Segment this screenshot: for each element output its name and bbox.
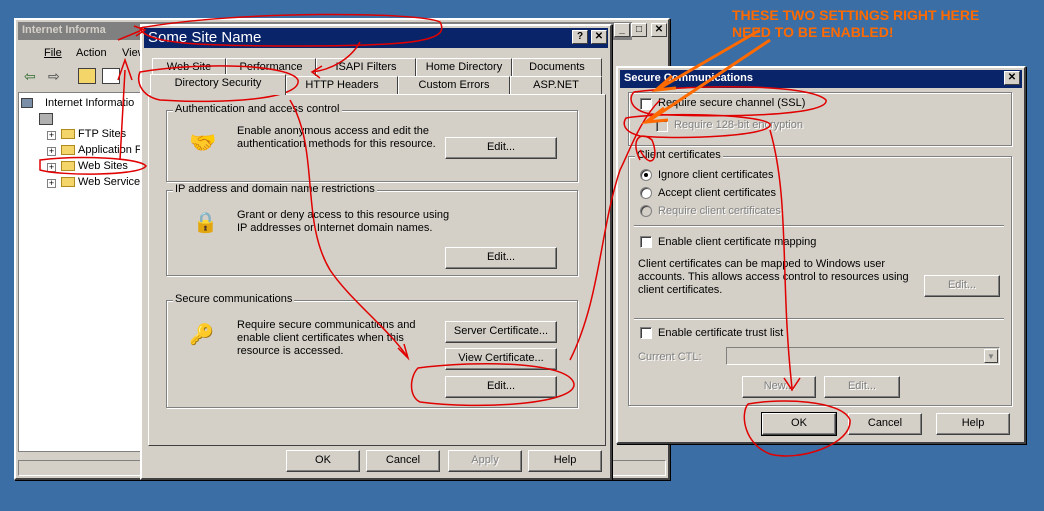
secure-title: Secure Communications: [624, 72, 753, 84]
auth-group-label: Authentication and access control: [173, 103, 342, 115]
props-cancel-button[interactable]: Cancel: [366, 450, 440, 472]
tab-documents[interactable]: Documents: [512, 58, 602, 76]
chevron-down-icon: ▼: [984, 349, 998, 363]
tree-item-label: FTP Sites: [78, 128, 127, 140]
props-title: Some Site Name: [148, 29, 262, 46]
require-certs-label: Require client certificates: [658, 205, 781, 217]
menu-action[interactable]: Action: [76, 47, 107, 59]
require-ssl-checkbox[interactable]: [640, 98, 652, 110]
auth-desc: Enable anonymous access and edit the aut…: [237, 125, 436, 150]
client-certs-label: Client certificates: [635, 149, 723, 161]
minimize-button[interactable]: _: [614, 23, 630, 37]
tree-item-web-sites[interactable]: Web Sites: [61, 160, 128, 172]
forward-icon[interactable]: ⇨: [48, 68, 60, 85]
tree-item-label: Application F: [78, 144, 142, 156]
desktop: { "iis_window": { "title": "Internet Inf…: [0, 0, 1044, 511]
expand-web-service[interactable]: +: [47, 179, 56, 188]
tab-directory-security[interactable]: Directory Security: [150, 74, 286, 95]
close-button[interactable]: ✕: [651, 23, 667, 37]
lock-icon: 🔒: [193, 212, 218, 234]
enable-mapping-label: Enable client certificate mapping: [658, 236, 817, 248]
folder-icon: [61, 177, 75, 188]
ctl-edit-button[interactable]: Edit...: [824, 376, 900, 398]
key-icon: 🔑: [189, 324, 214, 346]
ip-restrictions-group: IP address and domain name restrictions …: [166, 183, 578, 276]
props-title-bar: Some Site Name: [144, 28, 608, 48]
props-apply-button[interactable]: Apply: [448, 450, 522, 472]
require-certs-radio[interactable]: [640, 205, 652, 217]
props-close-button[interactable]: ✕: [591, 30, 607, 44]
enable-trust-list-label: Enable certificate trust list: [658, 327, 784, 339]
ignore-certs-label: Ignore client certificates: [658, 169, 774, 181]
tree-item-label: Web Service: [78, 176, 141, 188]
computer-icon: [21, 98, 33, 108]
ctl-new-button[interactable]: New...: [742, 376, 816, 398]
tree-item-ftp-sites[interactable]: FTP Sites: [61, 128, 126, 140]
props-ok-button[interactable]: OK: [286, 450, 360, 472]
secure-title-bar: Secure Communications: [620, 70, 1022, 88]
auth-group: Authentication and access control 🤝 Enab…: [166, 103, 578, 182]
toolbar: ⇦ ⇨: [18, 66, 148, 88]
server-certificate-button[interactable]: Server Certificate...: [445, 321, 557, 343]
expand-app-pools[interactable]: +: [47, 147, 56, 156]
separator: [634, 225, 1004, 227]
separator: [634, 318, 1004, 320]
tab-custom-errors[interactable]: Custom Errors: [398, 76, 510, 94]
tab-http-headers[interactable]: HTTP Headers: [286, 76, 398, 94]
current-ctl-label: Current CTL:: [638, 351, 702, 363]
ip-group-label: IP address and domain name restrictions: [173, 183, 377, 195]
secure-help-button[interactable]: Help: [936, 413, 1010, 435]
accept-certs-label: Accept client certificates: [658, 187, 776, 199]
folder-icon: [61, 161, 75, 172]
require-ssl-label: Require secure channel (SSL): [658, 97, 806, 109]
expand-web-sites[interactable]: +: [47, 163, 56, 172]
auth-edit-button[interactable]: Edit...: [445, 137, 557, 159]
secure-ok-button[interactable]: OK: [761, 412, 837, 436]
expand-ftp[interactable]: +: [47, 131, 56, 140]
site-properties-dialog: Some Site Name ? ✕ Web Site Performance …: [140, 24, 612, 480]
require-128bit-checkbox[interactable]: [656, 120, 668, 132]
secure-comms-group: Secure communications 🔑 Require secure c…: [166, 293, 578, 408]
tab-asp-net[interactable]: ASP.NET: [510, 76, 602, 94]
handshake-icon: 🤝: [189, 130, 217, 155]
props-help-button[interactable]: ?: [572, 30, 588, 44]
secure-group-label: Secure communications: [173, 293, 295, 305]
secure-close-button[interactable]: ✕: [1004, 71, 1020, 85]
menu-bar: File Action View: [18, 44, 148, 62]
mapping-edit-button[interactable]: Edit...: [924, 275, 1000, 297]
tree-root-label: Internet Informatio: [45, 97, 135, 109]
secure-cancel-button[interactable]: Cancel: [848, 413, 922, 435]
back-icon[interactable]: ⇦: [24, 68, 36, 85]
enable-mapping-checkbox[interactable]: [640, 236, 652, 248]
enable-trust-list-checkbox[interactable]: [640, 327, 652, 339]
annotation-text: THESE TWO SETTINGS RIGHT HERE NEED TO BE…: [732, 7, 980, 40]
tree-item-web-service-extensions[interactable]: Web Service: [61, 176, 140, 188]
secure-edit-button[interactable]: Edit...: [445, 376, 557, 398]
ip-desc: Grant or deny access to this resource us…: [237, 209, 450, 234]
maximize-button[interactable]: □: [631, 23, 647, 37]
show-tree-icon[interactable]: [102, 68, 120, 84]
require-128bit-label: Require 128-bit encryption: [674, 119, 804, 131]
iis-title: Internet Informa: [22, 24, 106, 36]
mapping-desc: Client certificates can be mapped to Win…: [638, 258, 909, 296]
tree-root[interactable]: Internet Informatio: [21, 97, 134, 109]
tab-isapi-filters[interactable]: ISAPI Filters: [316, 58, 416, 76]
ip-edit-button[interactable]: Edit...: [445, 247, 557, 269]
ignore-certs-radio[interactable]: [640, 169, 652, 181]
props-help-text-button[interactable]: Help: [528, 450, 602, 472]
folder-icon: [61, 129, 75, 140]
secure-desc: Require secure communications and enable…: [237, 319, 416, 357]
current-ctl-select[interactable]: ▼: [726, 347, 1000, 365]
tree-item-application-pools[interactable]: Application F: [61, 144, 142, 156]
view-certificate-button[interactable]: View Certificate...: [445, 348, 557, 370]
up-folder-icon[interactable]: [78, 68, 96, 84]
accept-certs-radio[interactable]: [640, 187, 652, 199]
tab-home-directory[interactable]: Home Directory: [416, 58, 512, 76]
tree-pane: Internet Informatio + FTP Sites + Applic…: [18, 92, 144, 452]
secure-communications-dialog: Secure Communications ✕ Require secure c…: [616, 66, 1026, 444]
tree-item-label: Web Sites: [78, 160, 128, 172]
folder-icon: [61, 145, 75, 156]
menu-file[interactable]: File: [44, 47, 62, 59]
server-icon: [39, 113, 53, 125]
